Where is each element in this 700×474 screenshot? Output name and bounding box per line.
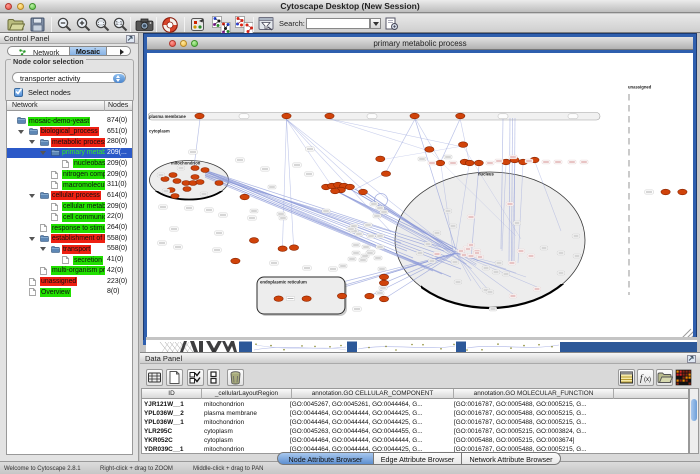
svg-text:1:1: 1:1	[116, 21, 123, 27]
svg-text:plasma membrane: plasma membrane	[149, 114, 186, 119]
svg-text:endoplasmic reticulum: endoplasmic reticulum	[260, 280, 307, 285]
svg-text:cytoplasm: cytoplasm	[149, 129, 170, 134]
svg-text:unassigned: unassigned	[628, 85, 652, 90]
svg-text:nucleus: nucleus	[478, 172, 494, 177]
svg-text:(x): (x)	[644, 377, 651, 383]
svg-text:mitochondrion: mitochondrion	[171, 161, 201, 166]
